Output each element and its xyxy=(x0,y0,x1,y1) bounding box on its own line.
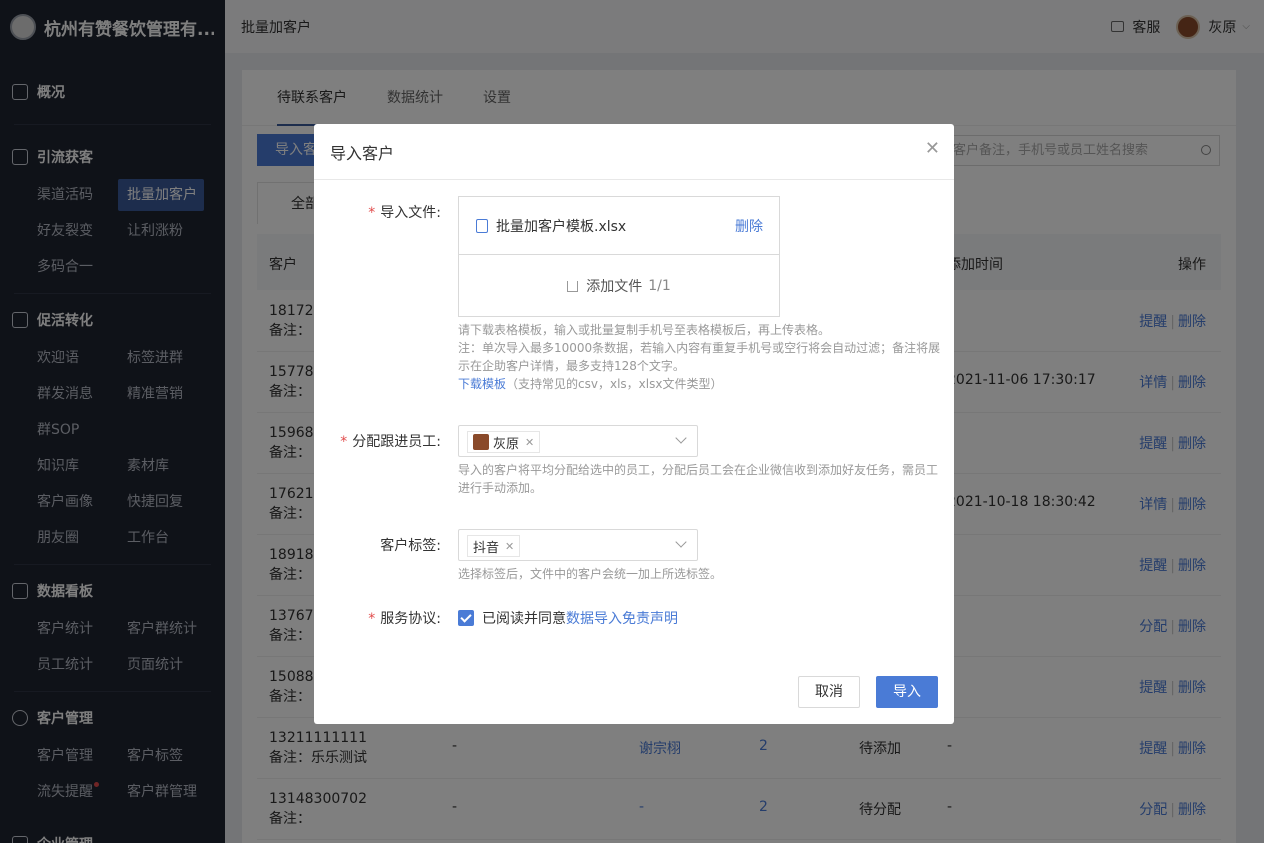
add-file-button[interactable]: 添加文件 1/1 xyxy=(459,255,779,317)
download-template-link[interactable]: 下载模板 xyxy=(458,377,506,391)
upload-box: 批量加客户模板.xlsx 删除 添加文件 1/1 xyxy=(458,196,780,317)
agreement-label-text: 服务协议: xyxy=(380,611,441,627)
upload-icon xyxy=(567,280,579,292)
disclaimer-link[interactable]: 数据导入免责声明 xyxy=(566,608,678,628)
hint-line-2: 注：单次导入最多10000条数据，若输入内容有重复手机号或空行将会自动过滤；备注… xyxy=(458,341,941,373)
file-hint: 请下载表格模板，输入或批量复制手机号至表格模板后，再上传表格。 注：单次导入最多… xyxy=(458,321,943,393)
staff-hint: 导入的客户将平均分配给选中的员工，分配后员工会在企业微信收到添加好友任务，需员工… xyxy=(458,463,939,495)
staff-avatar xyxy=(473,434,489,450)
download-note: （支持常见的csv，xls，xlsx文件类型） xyxy=(506,377,723,391)
modal-title: 导入客户 xyxy=(314,124,954,180)
staff-select[interactable]: 灰原 ✕ xyxy=(458,425,698,457)
chevron-down-icon xyxy=(675,432,687,444)
excel-file-icon xyxy=(476,218,488,233)
add-file-label: 添加文件 xyxy=(586,279,643,295)
agreement-text: 已阅读并同意 xyxy=(482,611,566,627)
import-submit-button[interactable]: 导入 xyxy=(876,676,938,708)
staff-tag-label: 灰原 xyxy=(493,436,520,452)
file-name: 批量加客户模板.xlsx xyxy=(496,218,627,235)
tag-label: 客户标签: xyxy=(380,538,441,554)
file-label: * 导入文件: xyxy=(368,205,441,221)
import-modal: 导入客户 ✕ * 导入文件: 批量加客户模板.xlsx 删除 添加文件 1/1 请… xyxy=(314,124,954,724)
agreement-checkbox[interactable] xyxy=(458,610,474,626)
staff-tag: 灰原 ✕ xyxy=(467,431,541,453)
agreement-label: * 服务协议: xyxy=(368,611,441,627)
file-label-text: 导入文件: xyxy=(380,205,441,221)
staff-label-text: 分配跟进员工: xyxy=(352,434,441,450)
cancel-button[interactable]: 取消 xyxy=(798,676,860,708)
tag-select[interactable]: 抖音 ✕ xyxy=(458,529,698,561)
customer-tag: 抖音 ✕ xyxy=(467,535,521,557)
customer-tag-label: 抖音 xyxy=(473,540,500,556)
agreement: 已阅读并同意 数据导入免责声明 xyxy=(458,608,678,628)
hint-line-1: 请下载表格模板，输入或批量复制手机号至表格模板后，再上传表格。 xyxy=(458,323,831,337)
chevron-down-icon xyxy=(675,536,687,548)
file-count: 1/1 xyxy=(648,278,671,294)
delete-file-link[interactable]: 删除 xyxy=(735,216,763,236)
file-item: 批量加客户模板.xlsx 删除 xyxy=(459,197,779,255)
tag-hint: 选择标签后，文件中的客户会统一加上所选标签。 xyxy=(458,567,723,581)
remove-tag-icon[interactable]: ✕ xyxy=(525,436,534,449)
staff-label: * 分配跟进员工: xyxy=(340,434,441,450)
close-icon[interactable]: ✕ xyxy=(925,138,940,159)
remove-tag-icon[interactable]: ✕ xyxy=(505,540,514,553)
